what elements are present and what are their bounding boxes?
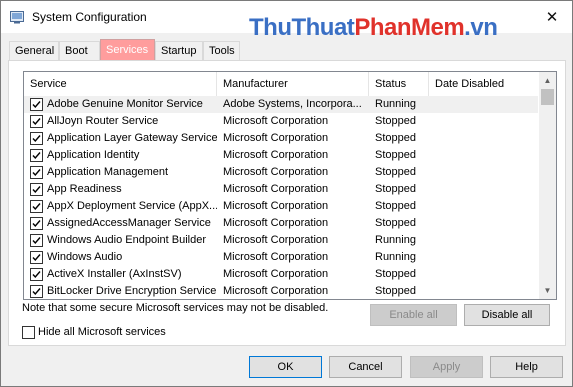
service-manufacturer: Microsoft Corporation xyxy=(223,132,329,144)
service-checkbox[interactable] xyxy=(30,183,43,196)
enable-all-button[interactable]: Enable all xyxy=(370,304,457,326)
service-name: Application Management xyxy=(47,166,169,178)
close-icon[interactable]: ✕ xyxy=(532,1,572,33)
service-status: Stopped xyxy=(375,268,416,280)
tab-general[interactable]: General xyxy=(9,41,59,60)
watermark-logo: ThuThuatPhanMem.vn xyxy=(249,14,498,42)
service-status: Stopped xyxy=(375,149,416,161)
service-manufacturer: Microsoft Corporation xyxy=(223,217,329,229)
title-bar: System Configuration ThuThuatPhanMem.vn … xyxy=(1,1,572,41)
service-status: Stopped xyxy=(375,166,416,178)
service-manufacturer: Microsoft Corporation xyxy=(223,251,329,263)
service-checkbox[interactable] xyxy=(30,268,43,281)
tab-tools[interactable]: Tools xyxy=(203,41,240,60)
column-header-service[interactable]: Service xyxy=(24,72,217,96)
scroll-up-arrow-icon[interactable]: ▲ xyxy=(539,72,556,89)
scroll-down-arrow-icon[interactable]: ▼ xyxy=(539,282,556,299)
service-checkbox[interactable] xyxy=(30,217,43,230)
service-status: Stopped xyxy=(375,285,416,297)
vertical-scrollbar[interactable]: ▲ ▼ xyxy=(539,72,556,299)
service-manufacturer: Microsoft Corporation xyxy=(223,268,329,280)
service-checkbox[interactable] xyxy=(30,98,43,111)
service-manufacturer: Microsoft Corporation xyxy=(223,285,329,297)
table-row[interactable]: ActiveX Installer (AxInstSV) Microsoft Co… xyxy=(24,266,538,283)
service-manufacturer: Microsoft Corporation xyxy=(223,183,329,195)
service-name: AssignedAccessManager Service xyxy=(47,217,211,229)
service-checkbox[interactable] xyxy=(30,132,43,145)
service-name: Adobe Genuine Monitor Service xyxy=(47,98,203,110)
column-header-manufacturer[interactable]: Manufacturer xyxy=(217,72,369,96)
service-checkbox[interactable] xyxy=(30,166,43,179)
table-row[interactable]: Adobe Genuine Monitor Service Adobe Syste… xyxy=(24,96,538,113)
watermark-part-2: PhanMem xyxy=(354,14,465,41)
tab-services[interactable]: Services xyxy=(100,39,155,60)
service-manufacturer: Microsoft Corporation xyxy=(223,166,329,178)
service-status: Stopped xyxy=(375,200,416,212)
service-name: Application Layer Gateway Service xyxy=(47,132,217,144)
service-name: Application Identity xyxy=(47,149,140,161)
apply-button[interactable]: Apply xyxy=(410,356,483,378)
tab-startup[interactable]: Startup xyxy=(155,41,203,60)
table-row[interactable]: Application Management Microsoft Corporat… xyxy=(24,164,538,181)
services-list: Service Manufacturer Status Date Disable… xyxy=(23,71,557,300)
service-manufacturer: Microsoft Corporation xyxy=(223,149,329,161)
service-name: BitLocker Drive Encryption Service xyxy=(47,285,217,297)
service-manufacturer: Microsoft Corporation xyxy=(223,234,329,246)
ok-button[interactable]: OK xyxy=(249,356,322,378)
services-panel: Service Manufacturer Status Date Disable… xyxy=(8,60,566,346)
system-configuration-icon xyxy=(10,10,24,24)
service-name: AllJoyn Router Service xyxy=(47,115,159,127)
service-name: AppX Deployment Service (AppX... xyxy=(47,200,217,212)
watermark-part-1: ThuThuat xyxy=(249,14,355,41)
service-status: Running xyxy=(375,98,416,110)
cancel-button[interactable]: Cancel xyxy=(329,356,402,378)
service-checkbox[interactable] xyxy=(30,200,43,213)
service-status: Stopped xyxy=(375,115,416,127)
service-name: Windows Audio xyxy=(47,251,123,263)
window-title: System Configuration xyxy=(32,10,147,24)
service-name: App Readiness xyxy=(47,183,122,195)
service-status: Stopped xyxy=(375,217,416,229)
service-manufacturer: Adobe Systems, Incorpora... xyxy=(223,98,362,110)
hide-microsoft-services-checkbox[interactable] xyxy=(22,326,35,339)
service-status: Running xyxy=(375,234,416,246)
service-manufacturer: Microsoft Corporation xyxy=(223,115,329,127)
column-header-status[interactable]: Status xyxy=(369,72,429,96)
tab-boot[interactable]: Boot xyxy=(59,41,100,60)
service-checkbox[interactable] xyxy=(30,115,43,128)
note-text: Note that some secure Microsoft services… xyxy=(22,302,329,314)
service-checkbox[interactable] xyxy=(30,149,43,162)
table-row[interactable]: Application Identity Microsoft Corporatio… xyxy=(24,147,538,164)
table-row[interactable]: App Readiness Microsoft Corporation Stoppe… xyxy=(24,181,538,198)
column-header-date-disabled[interactable]: Date Disabled xyxy=(429,72,538,96)
service-manufacturer: Microsoft Corporation xyxy=(223,200,329,212)
table-row[interactable]: BitLocker Drive Encryption Service Micros… xyxy=(24,283,538,299)
service-checkbox[interactable] xyxy=(30,251,43,264)
service-name: ActiveX Installer (AxInstSV) xyxy=(47,268,182,280)
service-checkbox[interactable] xyxy=(30,234,43,247)
table-row[interactable]: Windows Audio Endpoint Builder Microsoft … xyxy=(24,232,538,249)
scrollbar-thumb[interactable] xyxy=(541,89,554,105)
table-row[interactable]: Application Layer Gateway Service Microso… xyxy=(24,130,538,147)
help-button[interactable]: Help xyxy=(490,356,563,378)
service-status: Stopped xyxy=(375,132,416,144)
service-name: Windows Audio Endpoint Builder xyxy=(47,234,206,246)
watermark-part-3: .vn xyxy=(464,14,498,41)
table-row[interactable]: AssignedAccessManager Service Microsoft C… xyxy=(24,215,538,232)
table-row[interactable]: AllJoyn Router Service Microsoft Corporat… xyxy=(24,113,538,130)
service-status: Stopped xyxy=(375,183,416,195)
list-header: Service Manufacturer Status Date Disable… xyxy=(24,72,538,96)
table-row[interactable]: Windows Audio Microsoft Corporation Runnin… xyxy=(24,249,538,266)
service-checkbox[interactable] xyxy=(30,285,43,298)
hide-microsoft-services-label: Hide all Microsoft services xyxy=(38,326,166,338)
table-row[interactable]: AppX Deployment Service (AppX... Microsof… xyxy=(24,198,538,215)
system-configuration-window: System Configuration ThuThuatPhanMem.vn … xyxy=(0,0,573,387)
service-status: Running xyxy=(375,251,416,263)
disable-all-button[interactable]: Disable all xyxy=(464,304,550,326)
